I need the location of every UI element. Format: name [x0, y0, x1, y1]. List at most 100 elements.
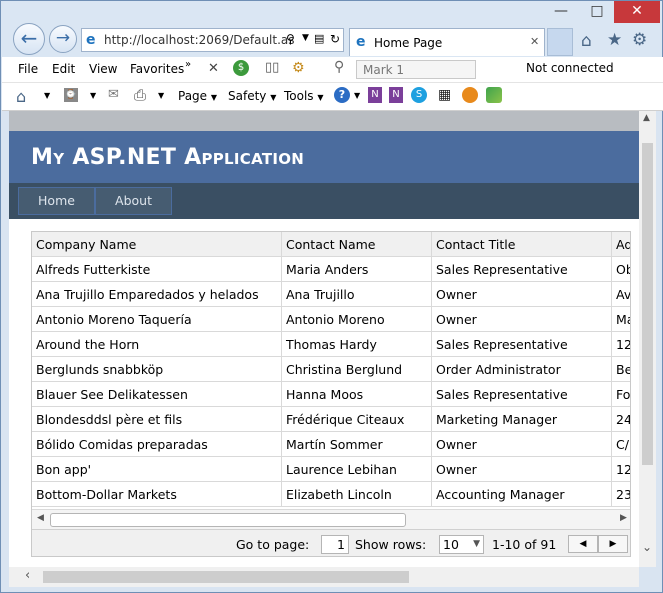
prev-arrow-icon: ◀ — [579, 539, 587, 549]
help-icon[interactable]: ? — [334, 87, 350, 103]
maximize-button[interactable]: □ — [585, 1, 609, 23]
next-page-button[interactable]: ▶ — [598, 535, 628, 553]
tools-menu[interactable]: Tools ▼ — [284, 89, 324, 103]
chevron-more-icon[interactable]: » — [185, 59, 191, 70]
dropdown-arrow-icon[interactable]: ▼ — [158, 91, 164, 100]
map-pin-icon[interactable]: ⚲ — [334, 59, 344, 75]
cell-contact-title: Sales Representative — [432, 257, 612, 282]
page-scroll-left-icon[interactable]: ‹ — [25, 568, 30, 583]
scroll-left-icon[interactable]: ◀ — [37, 513, 44, 523]
grid-scroll-thumb[interactable] — [50, 513, 406, 527]
table-row[interactable]: Antonio Moreno Taquería Antonio Moreno Own… — [32, 307, 630, 332]
search-icon[interactable]: ⚲ — [286, 32, 295, 46]
scroll-down-icon[interactable]: ⌄ — [642, 540, 652, 554]
dropdown-arrow-icon: ▼ — [270, 93, 277, 102]
show-rows-select[interactable]: 10 ▼ — [439, 535, 484, 554]
columns-icon[interactable]: ▯▯ — [265, 60, 279, 75]
menu-view[interactable]: View — [89, 62, 117, 76]
prev-page-button[interactable]: ◀ — [568, 535, 598, 553]
close-window-button[interactable]: ✕ — [614, 1, 660, 23]
onenote-send-icon[interactable]: N — [389, 87, 403, 103]
home-cmd-icon[interactable]: ⌂ — [16, 87, 26, 106]
firebug-icon[interactable] — [462, 87, 478, 103]
forward-button[interactable]: → — [49, 25, 77, 53]
dropdown-arrow-icon[interactable]: ▼ — [302, 33, 309, 43]
onenote-icon[interactable]: N — [368, 87, 382, 103]
table-row[interactable]: Bon app' Laurence Lebihan Owner 12 — [32, 457, 630, 482]
menu-file[interactable]: File — [18, 62, 38, 76]
mark-input[interactable]: Mark 1 — [356, 60, 476, 79]
table-row[interactable]: Blondesddsl père et fils Frédérique Citea… — [32, 407, 630, 432]
cell-contact-name: Laurence Lebihan — [282, 457, 432, 482]
addon-green-icon[interactable]: $ — [233, 60, 249, 76]
address-bar[interactable]: e http://localhost:2069/Default.as ⚲ ▼ ▤… — [81, 28, 344, 52]
skype-icon[interactable]: S — [411, 87, 427, 103]
show-rows-label: Show rows: — [355, 537, 427, 552]
nav-home[interactable]: Home — [18, 187, 95, 215]
cell-contact-name: Martín Sommer — [282, 432, 432, 457]
refresh-icon[interactable]: ↻ — [330, 32, 340, 46]
page-menu[interactable]: Page ▼ — [178, 89, 217, 103]
forward-arrow-icon: → — [55, 28, 71, 48]
minimize-button[interactable]: — — [549, 1, 573, 23]
page-horizontal-scrollbar[interactable]: ‹ — [9, 567, 639, 587]
dropdown-arrow-icon[interactable]: ▼ — [44, 91, 50, 100]
menu-favorites[interactable]: Favorites — [130, 62, 184, 76]
page-hscroll-thumb[interactable] — [43, 571, 409, 583]
header-address[interactable]: Ad — [612, 232, 630, 257]
cell-company-name: Antonio Moreno Taquería — [32, 307, 282, 332]
close-x-icon[interactable]: ✕ — [208, 61, 219, 76]
cell-contact-title: Sales Representative — [432, 382, 612, 407]
cell-contact-name: Antonio Moreno — [282, 307, 432, 332]
safety-menu[interactable]: Safety ▼ — [228, 89, 276, 103]
scroll-right-icon[interactable]: ▶ — [620, 513, 627, 523]
page-vscroll-thumb[interactable] — [642, 143, 653, 465]
mail-icon[interactable]: ✉ — [108, 87, 119, 102]
print-icon[interactable]: ⎙ — [134, 86, 146, 104]
grid-horizontal-scrollbar[interactable]: ◀ ▶ — [32, 509, 630, 529]
cell-contact-title: Owner — [432, 457, 612, 482]
tab-home-page[interactable]: e Home Page ✕ — [349, 28, 545, 56]
back-button[interactable]: ← — [13, 23, 45, 55]
connection-status: Not connected — [526, 61, 614, 75]
dropdown-arrow-icon[interactable]: ▼ — [354, 91, 360, 100]
table-row[interactable]: Alfreds Futterkiste Maria Anders Sales Rep… — [32, 257, 630, 282]
table-row[interactable]: Blauer See Delikatessen Hanna Moos Sales R… — [32, 382, 630, 407]
cell-address: Ob — [616, 262, 630, 277]
ie-tab-icon: e — [356, 34, 366, 50]
back-arrow-icon: ← — [20, 26, 38, 50]
table-row[interactable]: Bólido Comidas preparadas Martín Sommer Ow… — [32, 432, 630, 457]
table-row[interactable]: Berglunds snabbköp Christina Berglund Orde… — [32, 357, 630, 382]
grid-pager: Go to page: 1 Show rows: 10 ▼ 1-10 of 91 … — [32, 529, 630, 556]
cell-address: Ma — [616, 312, 630, 327]
cell-contact-name: Maria Anders — [282, 257, 432, 282]
settings-gear-icon[interactable]: ⚙ — [632, 30, 647, 50]
table-row[interactable]: Around the Horn Thomas Hardy Sales Represe… — [32, 332, 630, 357]
command-bar: ⌂ ▼ ⌚ ▼ ✉ ⎙ ▼ Page ▼ Safety ▼ Tools ▼ ? … — [2, 83, 663, 111]
green-addon-icon[interactable] — [486, 87, 502, 103]
favorites-star-icon[interactable]: ★ — [607, 30, 622, 50]
dropdown-arrow-icon[interactable]: ▼ — [90, 91, 96, 100]
nav-about[interactable]: About — [95, 187, 172, 215]
toolbar-gear-icon[interactable]: ⚙ — [292, 60, 305, 76]
rss-feed-icon[interactable]: ⌚ — [64, 88, 78, 102]
menu-edit[interactable]: Edit — [52, 62, 75, 76]
page-vertical-scrollbar[interactable]: ▲ ⌄ — [639, 111, 656, 567]
header-contact-name[interactable]: Contact Name — [282, 232, 432, 257]
header-company-name[interactable]: Company Name — [32, 232, 282, 257]
ie-page-icon: e — [86, 32, 96, 48]
scroll-up-icon[interactable]: ▲ — [643, 113, 650, 123]
home-icon[interactable]: ⌂ — [581, 31, 592, 51]
address-text[interactable]: http://localhost:2069/Default.as — [104, 33, 295, 47]
qr-code-icon[interactable]: ▦ — [438, 87, 451, 103]
table-row[interactable]: Ana Trujillo Emparedados y helados Ana Tr… — [32, 282, 630, 307]
new-tab-button[interactable] — [547, 28, 573, 56]
cell-company-name: Blauer See Delikatessen — [32, 382, 282, 407]
next-arrow-icon: ▶ — [609, 539, 617, 549]
goto-page-input[interactable]: 1 — [321, 535, 349, 554]
compat-view-icon[interactable]: ▤ — [314, 32, 324, 45]
header-contact-title[interactable]: Contact Title — [432, 232, 612, 257]
goto-page-value: 1 — [337, 537, 345, 552]
table-row[interactable]: Bottom-Dollar Markets Elizabeth Lincoln Ac… — [32, 482, 630, 507]
close-tab-icon[interactable]: ✕ — [530, 35, 539, 48]
